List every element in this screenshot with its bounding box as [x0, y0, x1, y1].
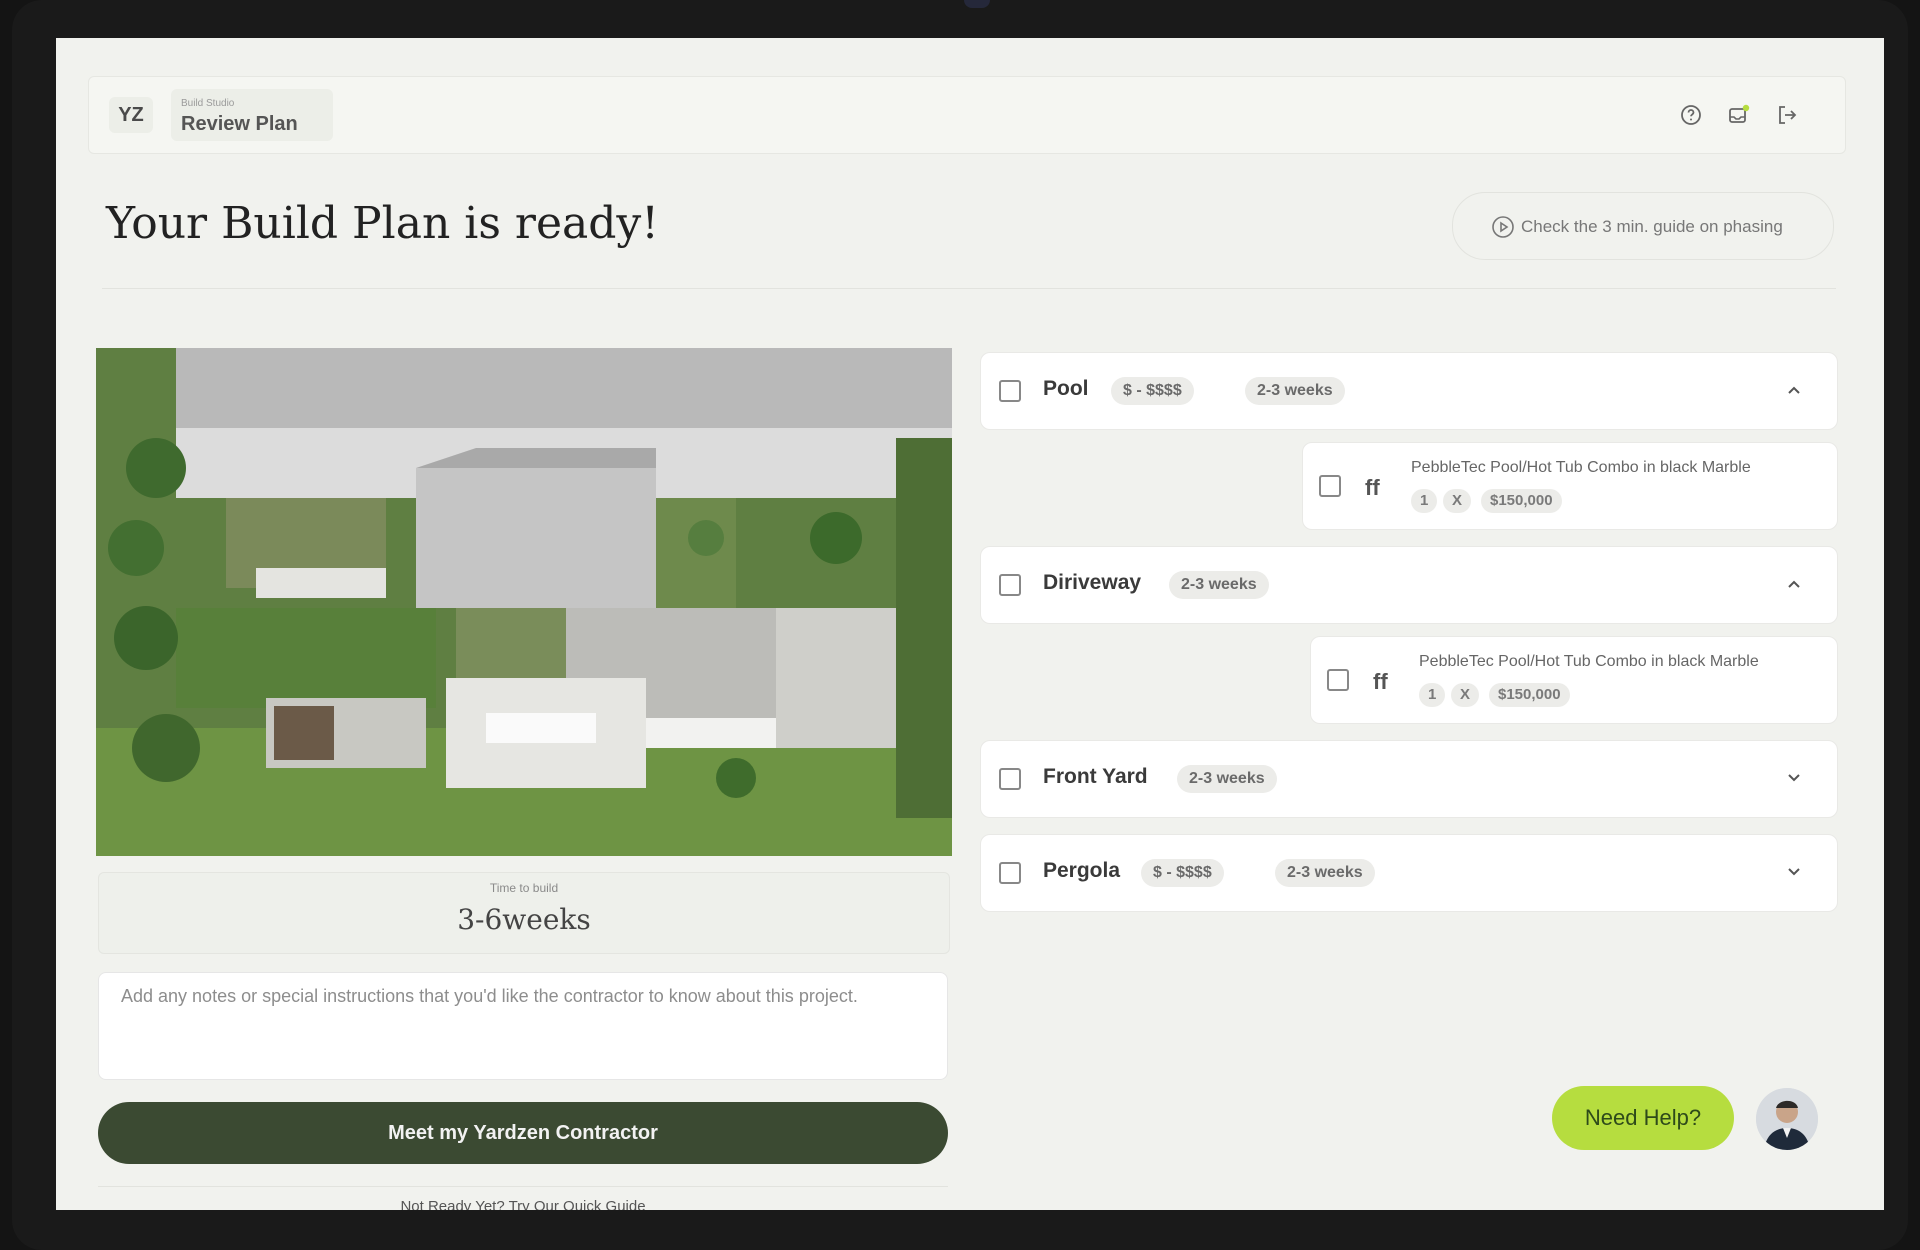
- yard-design-image: [96, 348, 952, 856]
- price-badge: $ - $$$$: [1141, 859, 1224, 887]
- play-circle-icon: [1492, 216, 1514, 238]
- divider: [102, 288, 1836, 289]
- item-multiplier: X: [1451, 683, 1480, 707]
- time-to-build-panel: Time to build 3-6weeks: [98, 872, 950, 954]
- duration-badge: 2-3 weeks: [1169, 571, 1269, 599]
- category-checkbox[interactable]: [999, 380, 1021, 402]
- device-frame: YZ Build Studio Review Plan Your Build P…: [12, 0, 1908, 1250]
- logo[interactable]: YZ: [109, 97, 153, 133]
- category-row-pool[interactable]: Pool $ - $$$$ 2-3 weeks: [980, 352, 1838, 430]
- item-checkbox[interactable]: [1319, 475, 1341, 497]
- category-row-pergola[interactable]: Pergola $ - $$$$ 2-3 weeks: [980, 834, 1838, 912]
- category-name: Pool: [1043, 377, 1089, 400]
- duration-badge: 2-3 weeks: [1275, 859, 1375, 887]
- chevron-down-icon[interactable]: [1787, 865, 1801, 879]
- notification-icon[interactable]: [1727, 103, 1751, 127]
- breadcrumb[interactable]: Build Studio Review Plan: [171, 89, 333, 141]
- time-to-build-value: 3-6weeks: [457, 903, 591, 936]
- phasing-guide-button[interactable]: Check the 3 min. guide on phasing: [1452, 192, 1834, 260]
- breadcrumb-title: Review Plan: [181, 113, 298, 135]
- chevron-up-icon[interactable]: [1787, 383, 1801, 397]
- category-checkbox[interactable]: [999, 862, 1021, 884]
- need-help-button[interactable]: Need Help?: [1552, 1086, 1734, 1150]
- line-item[interactable]: ff PebbleTec Pool/Hot Tub Combo in black…: [1310, 636, 1838, 724]
- phasing-guide-label: Check the 3 min. guide on phasing: [1521, 217, 1783, 236]
- chevron-down-icon[interactable]: [1787, 771, 1801, 785]
- item-quantity: 1: [1411, 489, 1438, 513]
- category-checkbox[interactable]: [999, 574, 1021, 596]
- pool-ladder-icon: ff: [1373, 669, 1388, 694]
- time-to-build-label: Time to build: [489, 881, 559, 895]
- logout-icon[interactable]: [1775, 103, 1799, 127]
- item-price: $150,000: [1489, 683, 1570, 707]
- item-multiplier: X: [1443, 489, 1472, 513]
- item-price: $150,000: [1481, 489, 1562, 513]
- notes-textarea[interactable]: [98, 972, 948, 1080]
- advisor-avatar[interactable]: [1756, 1088, 1818, 1150]
- chevron-up-icon[interactable]: [1787, 577, 1801, 591]
- category-name: Diriveway: [1043, 571, 1142, 594]
- duration-badge: 2-3 weeks: [1245, 377, 1345, 405]
- partial-footer-text[interactable]: Not Ready Yet? Try Our Quick Guide: [98, 1186, 948, 1210]
- pool-ladder-icon: ff: [1365, 475, 1380, 500]
- top-bar: YZ Build Studio Review Plan: [88, 76, 1846, 154]
- category-checkbox[interactable]: [999, 768, 1021, 790]
- page-title: Your Build Plan is ready!: [106, 198, 659, 249]
- category-name: Pergola: [1043, 859, 1121, 882]
- camera: [964, 0, 990, 8]
- item-name: PebbleTec Pool/Hot Tub Combo in black Ma…: [1411, 459, 1751, 476]
- duration-badge: 2-3 weeks: [1177, 765, 1277, 793]
- item-name: PebbleTec Pool/Hot Tub Combo in black Ma…: [1419, 653, 1759, 670]
- line-item[interactable]: ff PebbleTec Pool/Hot Tub Combo in black…: [1302, 442, 1838, 530]
- item-quantity: 1: [1419, 683, 1446, 707]
- screen: YZ Build Studio Review Plan Your Build P…: [56, 38, 1884, 1210]
- category-name: Front Yard: [1043, 765, 1148, 788]
- category-row-front-yard[interactable]: Front Yard 2-3 weeks: [980, 740, 1838, 818]
- breadcrumb-section: Build Studio: [181, 98, 235, 109]
- item-checkbox[interactable]: [1327, 669, 1349, 691]
- category-row-driveway[interactable]: Diriveway 2-3 weeks: [980, 546, 1838, 624]
- help-circle-icon[interactable]: [1679, 103, 1703, 127]
- price-badge: $ - $$$$: [1111, 377, 1194, 405]
- meet-contractor-button[interactable]: Meet my Yardzen Contractor: [98, 1102, 948, 1164]
